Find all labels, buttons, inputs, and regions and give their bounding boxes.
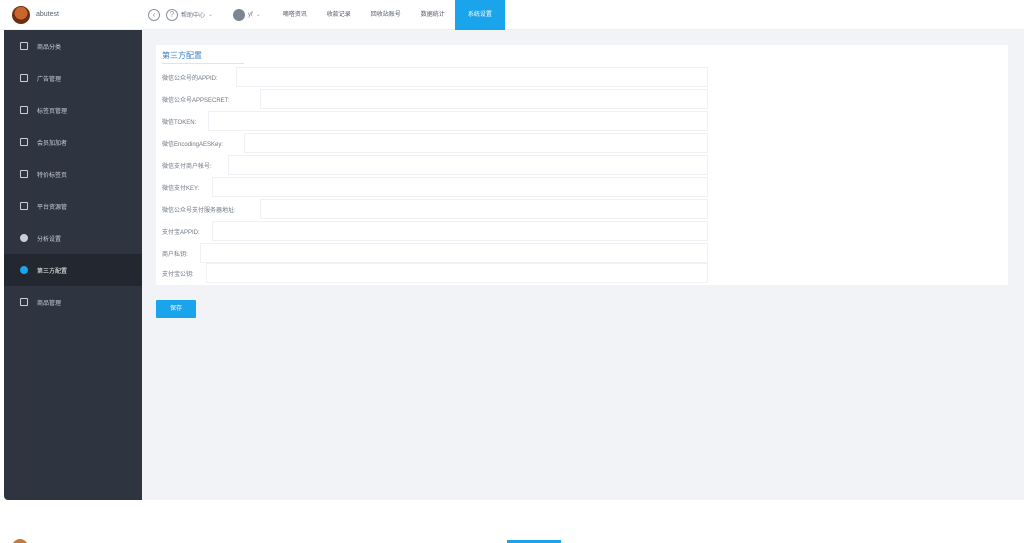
form-row: 微信公众号APPSECRET: — [162, 89, 229, 109]
wechat-aeskey-field[interactable] — [244, 133, 708, 153]
main-content: 第三方配置 微信公众号的APPID: 微信公众号APPSECRET: 微信TOK… — [142, 30, 1024, 500]
card-icon — [20, 138, 28, 146]
nav-item-recycle[interactable]: 回收站账号 — [361, 0, 411, 30]
wechat-appsecret-field[interactable] — [260, 89, 708, 109]
merchant-private-key-field[interactable] — [200, 243, 708, 263]
form-row: 微信公众号支付服务器地址: — [162, 199, 236, 219]
form-row: 微信EncodingAESKey: — [162, 133, 223, 153]
sidebar-item-label: 标签页管理 — [37, 108, 68, 115]
nav-item-payments[interactable]: 收款记录 — [317, 0, 361, 30]
brand-logo — [12, 5, 30, 24]
field-label: 微信EncodingAESKey: — [162, 141, 224, 148]
alipay-public-key-field[interactable] — [206, 263, 708, 283]
shop-icon — [20, 298, 28, 306]
sidebar-item-label: 商品分类 — [37, 44, 62, 51]
gear-icon — [20, 266, 28, 274]
wechat-key-field[interactable] — [212, 177, 708, 197]
save-button[interactable]: 保存 — [156, 300, 196, 318]
field-label: 微信支付KEY: — [162, 185, 200, 192]
sidebar-item-label: 会员加加者 — [37, 140, 68, 147]
user-name: yf — [248, 11, 253, 18]
sidebar-item-tabs[interactable]: 标签页管理 — [4, 94, 142, 126]
form-row: 支付宝公钥: — [162, 263, 194, 283]
image-icon — [20, 74, 28, 82]
sidebar-item-analysis[interactable]: 分析设置 — [4, 222, 142, 254]
field-label: 支付宝APPID: — [162, 229, 200, 236]
form-row: 支付宝APPID: — [162, 221, 200, 241]
document-icon — [20, 106, 28, 114]
wechat-appid-field[interactable] — [236, 67, 708, 87]
form-row: 微信TOKEN: — [162, 111, 196, 131]
field-label: 微信公众号支付服务器地址: — [162, 207, 236, 214]
field-label: 微信公众号APPSECRET: — [162, 97, 230, 104]
alipay-appid-field[interactable] — [212, 221, 708, 241]
sidebar-item-label: 平台资源管 — [37, 204, 68, 211]
nav-item-stats[interactable]: 数据统计 — [411, 0, 455, 30]
top-nav: 嘀嗒资讯 收款记录 回收站账号 数据统计 系统设置 — [273, 0, 505, 30]
wechat-server-field[interactable] — [260, 199, 708, 219]
edit-icon — [20, 202, 28, 210]
field-label: 微信公众号的APPID: — [162, 75, 218, 82]
app-window: abutest ‹ ? 帮助中心 ⌄ yf ⌄ 嘀嗒资讯 收款记录 回收站账号 … — [0, 0, 1024, 543]
sidebar-item-label: 分析设置 — [37, 236, 62, 243]
field-label: 支付宝公钥: — [162, 271, 194, 278]
sidebar-item-resources[interactable]: 平台资源管 — [4, 190, 142, 222]
nav-item-news[interactable]: 嘀嗒资讯 — [273, 0, 317, 30]
brand-name: abutest — [36, 11, 59, 18]
sidebar-item-label: 商品管理 — [37, 300, 62, 307]
book-icon — [20, 170, 28, 178]
help-center-label: 帮助中心 — [181, 13, 206, 19]
sidebar-item-label: 广告管理 — [37, 76, 62, 83]
field-label: 微信支付商户帐号: — [162, 163, 212, 170]
back-icon[interactable]: ‹ — [148, 8, 160, 21]
title-divider — [162, 63, 244, 64]
sidebar-item-label: 特价标签页 — [37, 172, 68, 179]
sidebar: 商品分类 广告管理 标签页管理 会员加加者 特价标签页 平台资源管 分析设置 第… — [4, 30, 142, 500]
help-icon: ? — [166, 8, 178, 21]
help-center-menu[interactable]: ? 帮助中心 ⌄ — [166, 8, 214, 21]
page-title: 第三方配置 — [162, 51, 202, 60]
sidebar-item-label: 第三方配置 — [37, 268, 68, 275]
user-menu[interactable]: yf ⌄ — [219, 8, 261, 21]
wechat-merchant-field[interactable] — [228, 155, 708, 175]
chevron-down-icon: ⌄ — [208, 12, 214, 18]
top-bar: abutest ‹ ? 帮助中心 ⌄ yf ⌄ 嘀嗒资讯 收款记录 回收站账号 … — [0, 0, 1024, 30]
config-panel: 第三方配置 微信公众号的APPID: 微信公众号APPSECRET: 微信TOK… — [156, 45, 1008, 285]
sidebar-item-special[interactable]: 特价标签页 — [4, 158, 142, 190]
field-label: 商户私钥: — [162, 251, 188, 258]
form-row: 微信支付KEY: — [162, 177, 199, 197]
avatar — [233, 8, 246, 21]
bottom-strip — [0, 534, 1024, 543]
form-row: 商户私钥: — [162, 243, 188, 263]
category-icon — [20, 42, 28, 50]
chevron-down-icon: ⌄ — [255, 12, 261, 18]
sidebar-item-ads[interactable]: 广告管理 — [4, 62, 142, 94]
field-label: 微信TOKEN: — [162, 119, 197, 126]
form-row: 微信支付商户帐号: — [162, 155, 212, 175]
brand[interactable]: abutest — [0, 0, 142, 30]
nav-item-settings[interactable]: 系统设置 — [454, 0, 505, 30]
info-icon — [20, 234, 28, 242]
wechat-token-field[interactable] — [208, 111, 708, 131]
sidebar-item-products[interactable]: 商品管理 — [4, 286, 142, 318]
form-row: 微信公众号的APPID: — [162, 67, 218, 87]
sidebar-item-members[interactable]: 会员加加者 — [4, 126, 142, 158]
sidebar-item-category[interactable]: 商品分类 — [4, 30, 142, 62]
brand-logo — [12, 539, 28, 543]
sidebar-item-third-party[interactable]: 第三方配置 — [4, 254, 142, 286]
